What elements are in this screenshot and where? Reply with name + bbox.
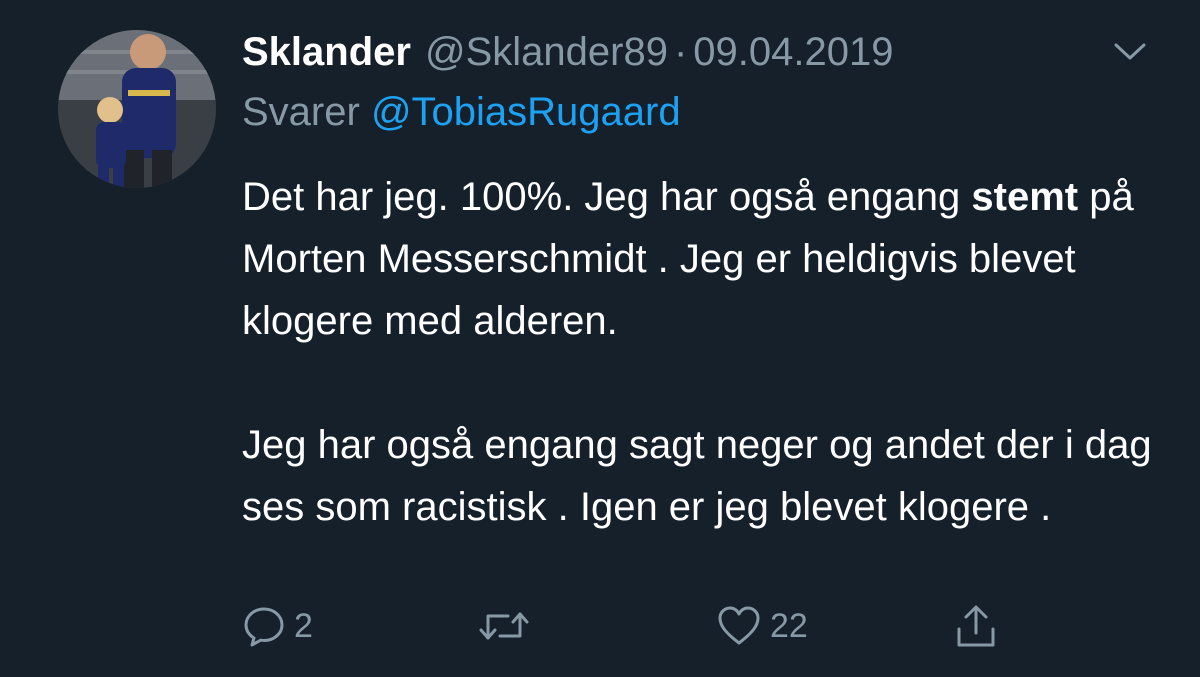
retweet-button[interactable]: [478, 598, 538, 654]
separator: ·: [673, 29, 688, 74]
reply-prefix: Svarer: [242, 90, 360, 134]
tweet-paragraph-1: Det har jeg. 100%. Jeg har også engang s…: [242, 166, 1162, 352]
tweet-header: Sklander @Sklander89 · 09.04.2019: [242, 24, 893, 80]
like-button[interactable]: 22: [716, 598, 808, 654]
tweet-date[interactable]: 09.04.2019: [693, 30, 893, 75]
tweet-text: Det har jeg. 100%. Jeg har også engang s…: [242, 166, 1162, 538]
avatar-photo: [58, 30, 216, 188]
action-bar: 2 22: [242, 598, 1042, 654]
paragraph-1-part-1: Det har jeg. 100%. Jeg har også engang: [242, 175, 972, 219]
share-icon: [954, 603, 998, 649]
paragraph-1-bold: stemt: [971, 175, 1079, 219]
chevron-down-icon[interactable]: [1110, 36, 1150, 66]
tweet-paragraph-2: Jeg har også engang sagt neger og andet …: [242, 423, 1152, 529]
avatar[interactable]: [58, 30, 216, 188]
reply-mention-link[interactable]: @TobiasRugaard: [371, 90, 681, 134]
like-count: 22: [770, 606, 808, 645]
reply-context: Svarer @TobiasRugaard: [242, 90, 681, 135]
user-handle[interactable]: @Sklander89: [425, 30, 668, 75]
reply-button[interactable]: 2: [242, 598, 313, 654]
reply-count: 2: [294, 606, 313, 645]
heart-icon: [716, 604, 762, 648]
share-button[interactable]: [954, 598, 998, 654]
reply-icon: [242, 604, 286, 648]
retweet-icon: [478, 604, 530, 648]
display-name[interactable]: Sklander: [242, 30, 411, 75]
